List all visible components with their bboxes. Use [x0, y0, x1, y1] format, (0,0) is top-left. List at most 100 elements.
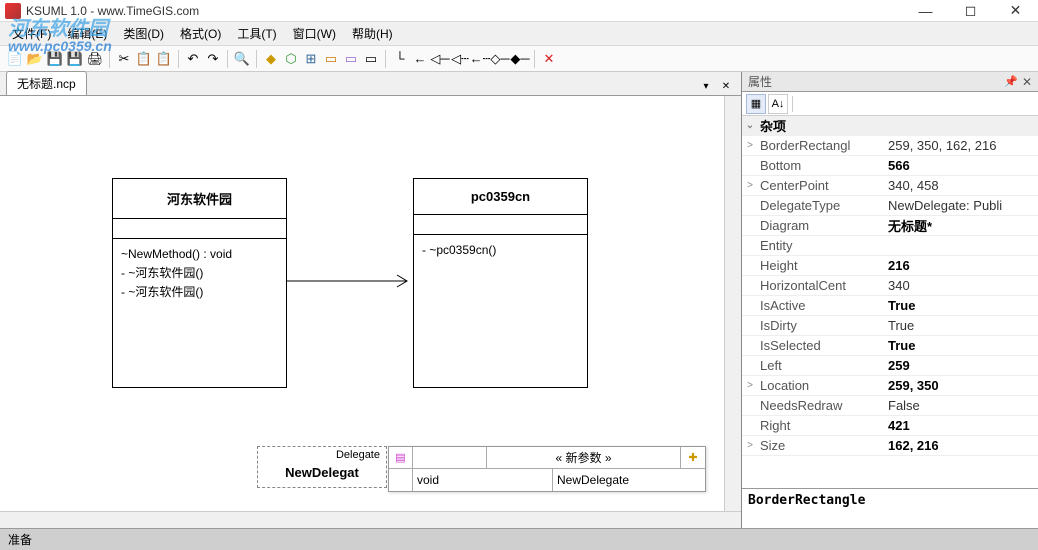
redo-icon[interactable]: ↷	[204, 50, 222, 68]
maximize-button[interactable]: ◻	[948, 0, 993, 22]
print-icon[interactable]: 🖨	[86, 50, 104, 68]
property-row[interactable]: >CenterPoint340, 458	[742, 176, 1038, 196]
uml-delegate-box[interactable]: Delegate NewDelegat	[257, 446, 387, 488]
uml-class-box-2[interactable]: pc0359cn - ~pc0359cn()	[413, 178, 588, 388]
inherit-icon[interactable]: ◁─	[431, 50, 449, 68]
class-icon[interactable]: ◆	[262, 50, 280, 68]
copy-icon[interactable]: 📋	[135, 50, 153, 68]
expand-icon[interactable]: ⌄	[742, 120, 758, 131]
property-row[interactable]: Diagram无标题*	[742, 216, 1038, 236]
compos-icon[interactable]: ◆─	[511, 50, 529, 68]
tab-document[interactable]: 无标题.ncp	[6, 71, 87, 95]
property-value[interactable]: True	[884, 318, 1038, 333]
menu-classdiagram[interactable]: 类图(D)	[115, 22, 172, 45]
expand-icon[interactable]: >	[742, 380, 758, 391]
popup-return-type[interactable]: void	[413, 469, 553, 491]
property-value[interactable]: 340	[884, 278, 1038, 293]
arrow-icon[interactable]: ←	[411, 50, 429, 68]
menu-file[interactable]: 文件(F)	[4, 22, 59, 45]
uml-method[interactable]: ~NewMethod() : void	[121, 245, 278, 264]
sort-az-icon[interactable]: A↓	[768, 94, 788, 114]
expand-icon[interactable]: >	[742, 140, 758, 151]
struct-icon[interactable]: ▭	[322, 50, 340, 68]
popup-new-param[interactable]: « 新参数 »	[487, 447, 681, 468]
property-value[interactable]: NewDelegate: Publi	[884, 198, 1038, 213]
comment-icon[interactable]: ▭	[362, 50, 380, 68]
canvas[interactable]: 河东软件园 ~NewMethod() : void - ~河东软件园() - ~…	[0, 96, 741, 511]
tab-dropdown-icon[interactable]: ▾	[697, 77, 715, 95]
panel-close-icon[interactable]: ✕	[1022, 75, 1032, 89]
menu-window[interactable]: 窗口(W)	[285, 22, 344, 45]
property-row[interactable]: Left259	[742, 356, 1038, 376]
parameter-popup[interactable]: ▤ « 新参数 » ✚ void NewDelegate	[388, 446, 706, 492]
property-value[interactable]: 340, 458	[884, 178, 1038, 193]
property-value[interactable]: 259, 350	[884, 378, 1038, 393]
properties-toolbar: ▦ A↓	[742, 92, 1038, 116]
realize-icon[interactable]: ◁┄	[451, 50, 469, 68]
undo-icon[interactable]: ↶	[184, 50, 202, 68]
property-category[interactable]: ⌄ 杂项	[742, 116, 1038, 136]
open-icon[interactable]: 📂	[26, 50, 44, 68]
property-row[interactable]: >Size162, 216	[742, 436, 1038, 456]
connector-association[interactable]	[287, 271, 415, 291]
menu-edit[interactable]: 编辑(E)	[59, 22, 115, 45]
property-value[interactable]: 566	[884, 158, 1038, 173]
expand-icon[interactable]: >	[742, 440, 758, 451]
property-row[interactable]: Entity	[742, 236, 1038, 256]
scrollbar-vertical[interactable]	[724, 96, 741, 511]
uml-class-box-1[interactable]: 河东软件园 ~NewMethod() : void - ~河东软件园() - ~…	[112, 178, 287, 388]
close-button[interactable]: ✕	[993, 0, 1038, 22]
property-value[interactable]: 259, 350, 162, 216	[884, 138, 1038, 153]
menu-tools[interactable]: 工具(T)	[229, 22, 284, 45]
new-icon[interactable]: 📄	[6, 50, 24, 68]
property-row[interactable]: Height216	[742, 256, 1038, 276]
menu-format[interactable]: 格式(O)	[172, 22, 229, 45]
property-value[interactable]: 162, 216	[884, 438, 1038, 453]
sep	[792, 96, 793, 112]
property-row[interactable]: Bottom566	[742, 156, 1038, 176]
property-row[interactable]: Right421	[742, 416, 1038, 436]
save-icon[interactable]: 💾	[46, 50, 64, 68]
uml-method[interactable]: - ~河东软件园()	[121, 283, 278, 302]
interface-icon[interactable]: ⬡	[282, 50, 300, 68]
popup-icon-cell[interactable]: ▤	[389, 447, 413, 468]
uml-method[interactable]: - ~河东软件园()	[121, 264, 278, 283]
delete-icon[interactable]: ✕	[540, 50, 558, 68]
uml-method[interactable]: - ~pc0359cn()	[422, 241, 579, 260]
property-value[interactable]: False	[884, 398, 1038, 413]
property-row[interactable]: IsSelectedTrue	[742, 336, 1038, 356]
property-row[interactable]: HorizontalCent340	[742, 276, 1038, 296]
expand-icon[interactable]: >	[742, 180, 758, 191]
property-row[interactable]: >Location259, 350	[742, 376, 1038, 396]
menu-help[interactable]: 帮助(H)	[344, 22, 401, 45]
popup-blank[interactable]	[413, 447, 487, 468]
property-row[interactable]: >BorderRectangl259, 350, 162, 216	[742, 136, 1038, 156]
popup-add-icon[interactable]: ✚	[681, 447, 705, 468]
categorize-icon[interactable]: ▦	[746, 94, 766, 114]
assoc-icon[interactable]: └	[391, 50, 409, 68]
property-row[interactable]: DelegateTypeNewDelegate: Publi	[742, 196, 1038, 216]
property-value[interactable]: 无标题*	[884, 216, 1038, 235]
zoom-icon[interactable]: 🔍	[233, 50, 251, 68]
property-value[interactable]: 259	[884, 358, 1038, 373]
property-row[interactable]: NeedsRedrawFalse	[742, 396, 1038, 416]
scrollbar-horizontal[interactable]	[0, 511, 741, 528]
tab-close-icon[interactable]: ✕	[717, 77, 735, 95]
property-value[interactable]: 216	[884, 258, 1038, 273]
property-value[interactable]: 421	[884, 418, 1038, 433]
property-value[interactable]: True	[884, 298, 1038, 313]
saveall-icon[interactable]: 💾	[66, 50, 84, 68]
paste-icon[interactable]: 📋	[155, 50, 173, 68]
popup-name-field[interactable]: NewDelegate	[553, 469, 705, 491]
properties-grid[interactable]: ⌄ 杂项 >BorderRectangl259, 350, 162, 216Bo…	[742, 116, 1038, 488]
property-row[interactable]: IsActiveTrue	[742, 296, 1038, 316]
property-value[interactable]: True	[884, 338, 1038, 353]
property-row[interactable]: IsDirtyTrue	[742, 316, 1038, 336]
enum-icon[interactable]: ⊞	[302, 50, 320, 68]
minimize-button[interactable]: —	[903, 0, 948, 22]
aggreg-icon[interactable]: ◇─	[491, 50, 509, 68]
cut-icon[interactable]: ✂	[115, 50, 133, 68]
depend-icon[interactable]: ←┄	[471, 50, 489, 68]
pin-icon[interactable]: 📌	[1004, 75, 1018, 88]
delegate-icon[interactable]: ▭	[342, 50, 360, 68]
